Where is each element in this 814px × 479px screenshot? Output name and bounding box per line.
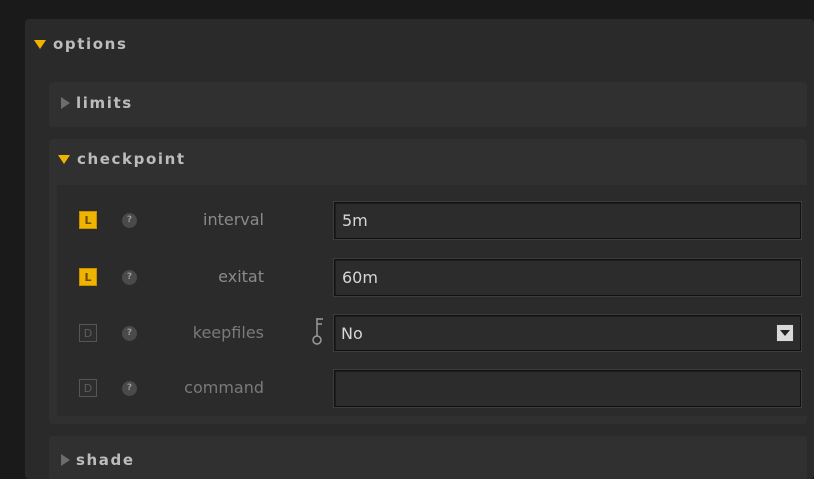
limits-header[interactable]: limits	[58, 89, 258, 117]
interval-label: interval	[203, 210, 264, 229]
help-icon[interactable]: ?	[122, 326, 137, 341]
options-header[interactable]: options	[30, 30, 230, 58]
dropdown-arrow-icon[interactable]	[776, 324, 794, 342]
triangle-down-icon	[34, 39, 46, 49]
options-title: options	[53, 35, 128, 53]
triangle-right-icon	[61, 454, 70, 466]
default-button[interactable]: D	[79, 324, 97, 342]
help-icon[interactable]: ?	[122, 270, 137, 285]
default-button[interactable]: D	[79, 379, 97, 397]
checkpoint-title: checkpoint	[77, 150, 186, 168]
keepfiles-label: keepfiles	[192, 323, 264, 342]
command-label: command	[184, 378, 264, 397]
shade-header[interactable]: shade	[58, 446, 258, 474]
lock-button[interactable]: L	[79, 211, 97, 229]
exitat-label: exitat	[218, 267, 264, 286]
limits-title: limits	[76, 94, 133, 112]
triangle-right-icon	[61, 97, 70, 109]
help-icon[interactable]: ?	[122, 213, 137, 228]
help-icon[interactable]: ?	[122, 381, 137, 396]
exitat-field[interactable]: 60m	[334, 259, 801, 296]
lock-button[interactable]: L	[79, 268, 97, 286]
keepfiles-dropdown[interactable]: No	[334, 315, 801, 351]
shade-title: shade	[76, 451, 135, 469]
key-icon[interactable]	[310, 316, 328, 346]
checkpoint-header[interactable]: checkpoint	[58, 145, 308, 173]
triangle-down-icon	[58, 154, 70, 164]
interval-field[interactable]: 5m	[334, 202, 801, 239]
command-field[interactable]	[334, 370, 801, 407]
keepfiles-value: No	[341, 323, 363, 343]
